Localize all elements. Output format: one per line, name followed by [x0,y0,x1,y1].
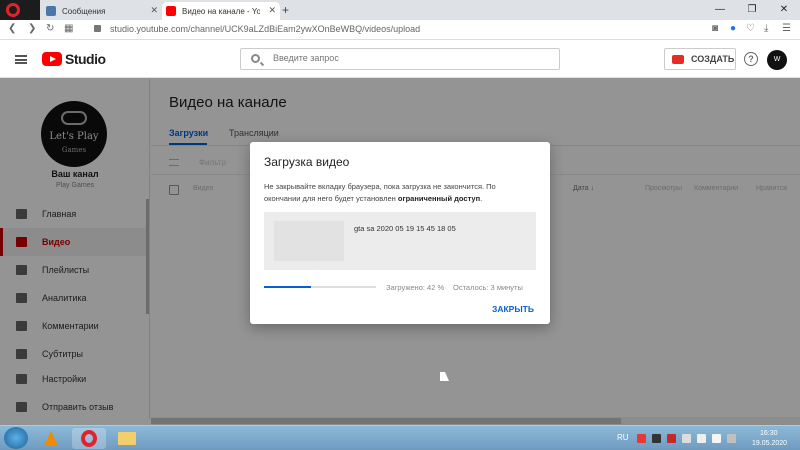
search-icon [251,54,260,63]
help-icon[interactable]: ? [744,52,758,66]
vk-icon [46,6,56,16]
browser-tab-messages[interactable]: Сообщения ✕ [42,2,162,20]
opera-menu-button[interactable] [0,0,40,20]
taskbar-opera[interactable] [72,428,106,449]
window-controls: — ❐ ✕ [670,0,800,20]
close-window-button[interactable]: ✕ [768,0,800,20]
hamburger-menu-icon[interactable] [15,55,27,64]
close-button[interactable]: ЗАКРЫТЬ [492,304,534,314]
opera-icon [81,430,97,447]
upload-progress-bar [264,286,376,288]
browser-tab-youtube[interactable]: Видео на канале - YouTube ✕ [162,2,280,20]
new-tab-button[interactable]: + [282,3,289,17]
account-avatar[interactable]: W [767,50,787,70]
forward-icon[interactable]: ❯ [28,23,36,34]
vlc-icon [44,431,58,446]
mouse-cursor-icon [440,372,449,381]
minimize-button[interactable]: — [704,0,736,20]
windows-taskbar: RU 16:30 19.05.2020 [0,425,800,450]
upload-file-card: gta sa 2020 05 19 15 45 18 05 [264,212,536,270]
menu-dots-icon[interactable]: ☰ [782,23,791,34]
browser-tab-bar: Сообщения ✕ Видео на канале - YouTube ✕ … [0,0,800,20]
create-label: СОЗДАТЬ [691,54,735,64]
tray-app-icon[interactable] [637,434,646,443]
dialog-message: Не закрывайте вкладку браузера, пока заг… [264,182,496,203]
language-indicator[interactable]: RU [617,433,629,442]
studio-logo-text[interactable]: Studio [65,51,106,67]
start-button[interactable] [4,427,28,449]
maximize-button[interactable]: ❐ [736,0,768,20]
lock-icon[interactable] [94,25,101,32]
dialog-title: Загрузка видео [264,155,350,169]
tray-flag-icon[interactable] [682,434,691,443]
search-box[interactable] [240,48,560,70]
upload-dialog: Загрузка видео Не закрывайте вкладку бра… [250,142,550,324]
clock-date[interactable]: 19.05.2020 [752,440,787,447]
clock-time[interactable]: 16:30 [760,430,778,437]
tray-icon[interactable] [727,434,736,443]
address-bar: ❮ ❯ ↻ ▦ studio.youtube.com/channel/UCK9a… [0,20,800,40]
tabs-grid-icon[interactable]: ▦ [64,23,73,34]
tray-app-icon[interactable] [652,434,661,443]
file-name: gta sa 2020 05 19 15 45 18 05 [354,224,456,233]
progress-fill [264,286,312,288]
create-button[interactable]: СОЗДАТЬ [664,48,736,70]
volume-icon[interactable] [712,434,721,443]
time-remaining: Осталось: 3 минуты [453,283,523,292]
folder-icon [118,432,136,445]
download-icon[interactable]: ⤓ [764,23,768,34]
dialog-message-bold: ограниченный доступ [397,194,481,203]
tab-label: Сообщения [62,6,106,16]
video-camera-icon [672,55,684,64]
heart-icon[interactable]: ♡ [746,23,755,34]
search-input[interactable] [273,53,543,63]
youtube-logo-icon[interactable] [42,52,62,66]
video-thumbnail [274,221,344,261]
opera-icon [6,3,20,17]
close-tab-icon[interactable]: ✕ [268,5,276,16]
network-icon[interactable] [697,434,706,443]
tray-app-icon[interactable] [667,434,676,443]
youtube-icon [166,6,176,16]
tab-label: Видео на канале - YouTube [182,6,260,16]
taskbar-vlc[interactable] [34,428,68,449]
back-icon[interactable]: ❮ [8,23,16,34]
reload-icon[interactable]: ↻ [46,23,54,34]
close-tab-icon[interactable]: ✕ [150,5,158,16]
taskbar-explorer[interactable] [110,428,144,449]
camera-icon[interactable]: ◙ [712,23,718,34]
shield-icon[interactable]: ● [730,23,736,34]
progress-status: Загружено: 42 % [386,283,445,292]
url-field[interactable]: studio.youtube.com/channel/UCK9aLZdBiEam… [110,24,420,34]
